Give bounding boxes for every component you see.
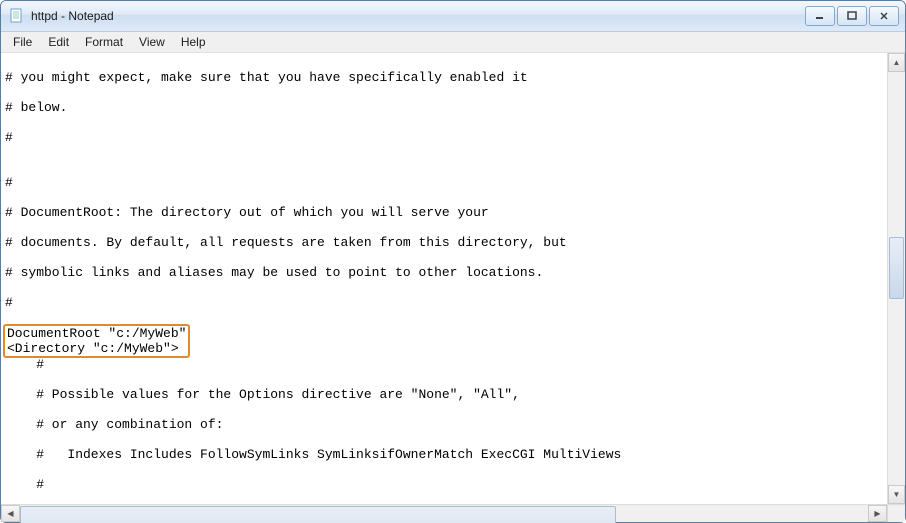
close-icon <box>879 11 889 21</box>
window-title: httpd - Notepad <box>31 9 805 23</box>
editor-line: # <box>5 295 883 310</box>
chevron-up-icon: ▲ <box>893 58 901 67</box>
content-area: # you might expect, make sure that you h… <box>1 53 905 504</box>
editor-line: # <box>5 175 883 190</box>
scroll-thumb-vertical[interactable] <box>889 237 904 299</box>
chevron-right-icon: ▶ <box>874 509 880 518</box>
scroll-right-button[interactable]: ▶ <box>868 505 887 522</box>
scrollbar-corner <box>887 505 905 522</box>
minimize-icon <box>815 11 825 21</box>
minimize-button[interactable] <box>805 6 835 26</box>
notepad-window: httpd - Notepad File Edit Format View He… <box>0 0 906 523</box>
menubar: File Edit Format View Help <box>1 32 905 53</box>
editor-line-highlighted: <Directory "c:/MyWeb"> <box>7 341 179 356</box>
editor-line: # symbolic links and aliases may be used… <box>5 265 883 280</box>
chevron-left-icon: ◀ <box>7 509 13 518</box>
window-controls <box>805 6 899 26</box>
highlight-annotation: DocumentRoot "c:/MyWeb" <Directory "c:/M… <box>3 324 190 358</box>
editor-line: # documents. By default, all requests ar… <box>5 235 883 250</box>
menu-view[interactable]: View <box>131 34 173 50</box>
scroll-track-vertical[interactable] <box>888 72 905 485</box>
editor-line: # below. <box>5 100 883 115</box>
chevron-down-icon: ▼ <box>893 490 901 499</box>
scroll-up-button[interactable]: ▲ <box>888 53 905 72</box>
menu-edit[interactable]: Edit <box>40 34 77 50</box>
editor-line: # or any combination of: <box>5 417 883 432</box>
editor-line: # Indexes Includes FollowSymLinks SymLin… <box>5 447 883 462</box>
editor-line-highlighted: DocumentRoot "c:/MyWeb" <box>7 326 186 341</box>
editor-line: # <box>5 130 883 145</box>
scroll-thumb-horizontal[interactable] <box>20 506 616 523</box>
maximize-icon <box>847 11 857 21</box>
close-button[interactable] <box>869 6 899 26</box>
scroll-left-button[interactable]: ◀ <box>1 505 20 522</box>
scroll-track-horizontal[interactable] <box>20 505 868 522</box>
horizontal-scrollbar[interactable]: ◀ ▶ <box>1 504 905 522</box>
text-editor[interactable]: # you might expect, make sure that you h… <box>1 53 887 504</box>
editor-line: # you might expect, make sure that you h… <box>5 70 883 85</box>
titlebar: httpd - Notepad <box>1 1 905 32</box>
notepad-icon <box>9 8 25 24</box>
editor-line: # DocumentRoot: The directory out of whi… <box>5 205 883 220</box>
menu-help[interactable]: Help <box>173 34 214 50</box>
maximize-button[interactable] <box>837 6 867 26</box>
editor-line: # <box>5 477 883 492</box>
menu-format[interactable]: Format <box>77 34 131 50</box>
menu-file[interactable]: File <box>5 34 40 50</box>
editor-line: # <box>5 357 883 372</box>
vertical-scrollbar[interactable]: ▲ ▼ <box>887 53 905 504</box>
editor-line: # Possible values for the Options direct… <box>5 387 883 402</box>
scroll-down-button[interactable]: ▼ <box>888 485 905 504</box>
